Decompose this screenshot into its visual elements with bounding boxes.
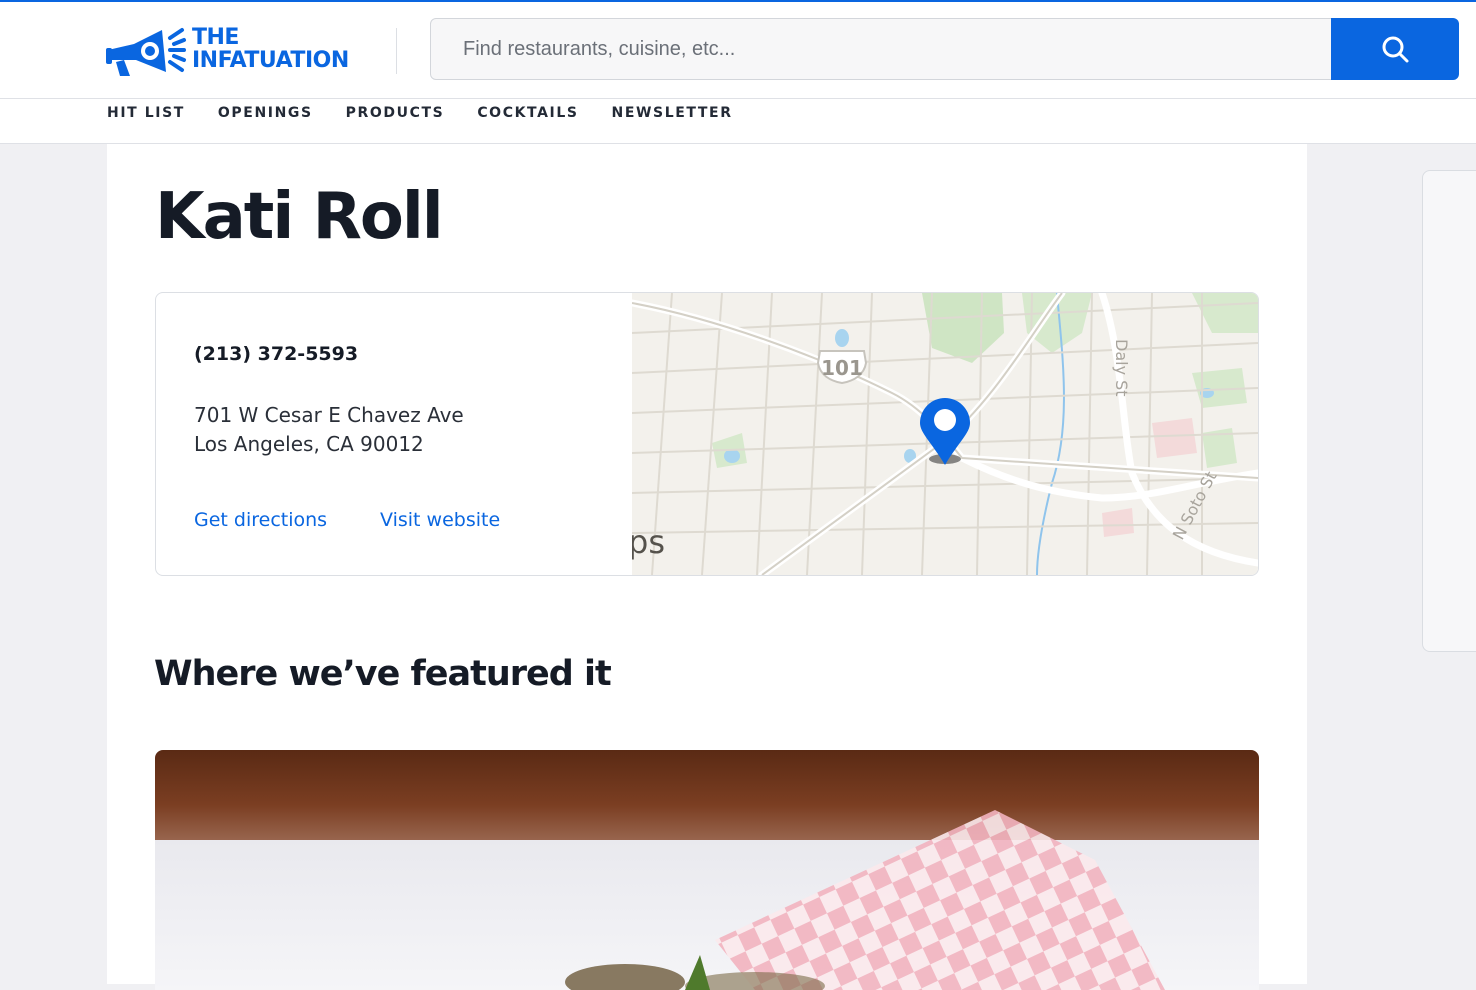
visit-website-link[interactable]: Visit website (380, 509, 500, 531)
site-logo[interactable]: THE INFATUATION (104, 24, 366, 80)
restaurant-info-card: (213) 372-5593 701 W Cesar E Chavez Ave … (155, 292, 1259, 576)
search-button[interactable] (1331, 18, 1459, 80)
featured-photo[interactable] (155, 750, 1259, 990)
site-header: THE INFATUATION (0, 2, 1476, 99)
map-canvas: 101 Daly St N Soto St ps (632, 293, 1258, 575)
sidebar-card (1422, 170, 1476, 652)
nav-item-products[interactable]: PRODUCTS (346, 105, 445, 121)
logo-wordmark: THE INFATUATION (192, 26, 349, 72)
nav-item-newsletter[interactable]: NEWSLETTER (612, 105, 733, 121)
main-nav: HIT LIST OPENINGS PRODUCTS COCKTAILS NEW… (0, 99, 1476, 144)
logo-line-2: INFATUATION (192, 48, 349, 73)
search-input[interactable] (431, 19, 1331, 79)
get-directions-link[interactable]: Get directions (194, 509, 327, 531)
map-attribution: ps (632, 523, 665, 561)
nav-item-openings[interactable]: OPENINGS (218, 105, 313, 121)
nav-item-hit-list[interactable]: HIT LIST (107, 105, 185, 121)
address-line-2: Los Angeles, CA 90012 (194, 432, 424, 456)
highway-label: 101 (821, 356, 863, 380)
page-title: Kati Roll (155, 180, 444, 254)
nav-item-cocktails[interactable]: COCKTAILS (477, 105, 578, 121)
megaphone-logo-icon (106, 28, 186, 76)
main-content: Kati Roll (213) 372-5593 701 W Cesar E C… (107, 144, 1307, 990)
header-divider (396, 28, 397, 74)
logo-line-1: THE (192, 25, 239, 50)
address: 701 W Cesar E Chavez Ave Los Angeles, CA… (194, 401, 464, 459)
featured-photo-image (155, 750, 1259, 990)
address-line-1: 701 W Cesar E Chavez Ave (194, 403, 464, 427)
search-box (430, 18, 1332, 80)
street-label-daly: Daly St (1112, 339, 1131, 397)
search-icon (1382, 36, 1409, 63)
highway-shield: 101 (816, 350, 868, 385)
phone-number[interactable]: (213) 372-5593 (194, 343, 358, 365)
featured-heading: Where we’ve featured it (154, 654, 612, 694)
location-map[interactable]: 101 Daly St N Soto St ps (632, 293, 1258, 575)
